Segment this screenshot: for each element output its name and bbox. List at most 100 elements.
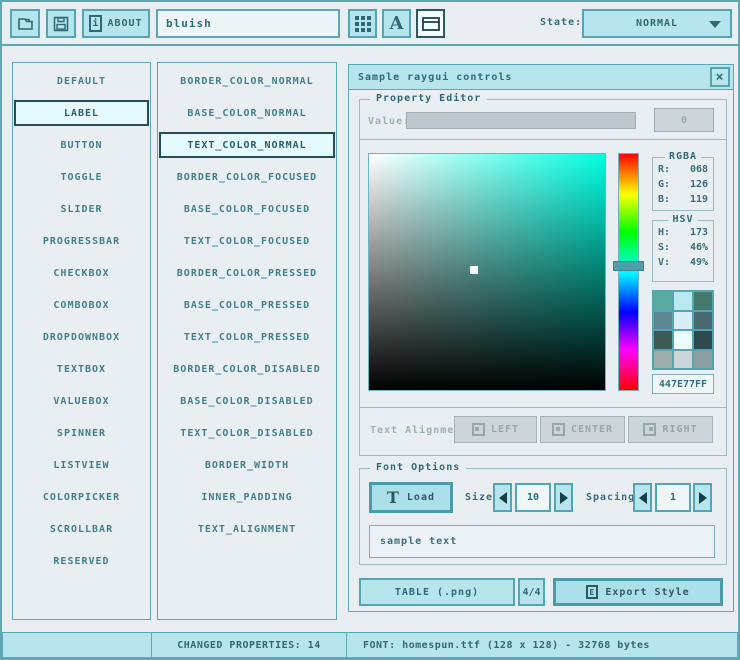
property-item-selected[interactable]: TEXT_COLOR_NORMAL [158,129,336,161]
swatch[interactable] [694,312,712,330]
control-item-selected[interactable]: LABEL [13,97,150,129]
font-view-button[interactable]: A [382,9,411,38]
font-options-group: Font Options T Load Size: 10 Spacing: 1 … [359,468,727,565]
state-dropdown[interactable]: NORMAL [582,9,732,38]
property-item[interactable]: TEXT_COLOR_FOCUSED [158,225,336,257]
swatch[interactable] [674,351,692,369]
font-t-icon: T [387,488,400,507]
hex-color-input[interactable]: 447E77FF [652,374,714,394]
property-item[interactable]: BORDER_COLOR_FOCUSED [158,161,336,193]
export-format-dropdown[interactable]: TABLE (.png) [359,578,515,606]
color-picker-cursor[interactable] [470,266,478,274]
sample-text-value: sample text [380,536,457,547]
about-button-label: ABOUT [107,18,142,29]
color-picker-panel[interactable] [368,153,606,391]
control-item[interactable]: SPINNER [13,417,150,449]
size-value-box[interactable]: 10 [515,483,551,512]
property-item[interactable]: BORDER_WIDTH [158,449,336,481]
swatch[interactable] [654,312,672,330]
rgba-row-g: G:126 [653,177,713,192]
swatch[interactable] [674,292,692,310]
control-item[interactable]: BUTTON [13,129,150,161]
font-info-status: FONT: homespun.ttf (128 x 128) - 32768 b… [346,632,738,658]
hue-slider-handle[interactable] [613,261,644,271]
hsv-title: HSV [668,214,697,225]
control-item[interactable]: LISTVIEW [13,449,150,481]
font-load-button[interactable]: T Load [369,482,453,513]
export-style-button[interactable]: E Export Style [553,578,723,606]
state-label: State: [540,17,582,28]
swatch[interactable] [694,292,712,310]
property-item[interactable]: BASE_COLOR_PRESSED [158,289,336,321]
toolbar: i ABOUT A State: NORMAL [2,2,738,46]
property-item[interactable]: BASE_COLOR_DISABLED [158,385,336,417]
control-item[interactable]: COLORPICKER [13,481,150,513]
align-right-button[interactable]: RIGHT [628,416,713,443]
hsv-row-v: V:49% [653,255,713,270]
sample-window-titlebar[interactable]: Sample raygui controls × [349,65,733,90]
control-item[interactable]: PROGRESSBAR [13,225,150,257]
control-item[interactable]: SCROLLBAR [13,513,150,545]
state-dropdown-value: NORMAL [636,18,678,29]
property-item[interactable]: INNER_PADDING [158,481,336,513]
open-file-button[interactable] [10,9,40,38]
align-left-button[interactable]: LEFT [454,416,537,443]
hue-slider[interactable] [618,153,639,391]
swatch[interactable] [654,351,672,369]
control-item[interactable]: CHECKBOX [13,257,150,289]
property-item[interactable]: TEXT_ALIGNMENT [158,513,336,545]
controls-view-button[interactable] [416,9,445,38]
value-slider[interactable] [406,112,636,129]
property-item[interactable]: BASE_COLOR_NORMAL [158,97,336,129]
control-item[interactable]: RESERVED [13,545,150,577]
control-item[interactable]: DROPDOWNBOX [13,321,150,353]
grid-icon [355,16,371,32]
rguistyler-app: i ABOUT A State: NORMAL DEFAULT LABEL BU… [0,0,740,660]
swatch[interactable] [694,351,712,369]
control-item[interactable]: COMBOBOX [13,289,150,321]
arrow-right-icon [699,492,707,504]
value-label: Value: [368,116,410,127]
size-decrease-button[interactable] [493,483,512,512]
sample-text-input[interactable]: sample text [369,525,715,558]
about-button[interactable]: i ABOUT [82,9,150,38]
arrow-left-icon [499,492,507,504]
properties-list: BORDER_COLOR_NORMAL BASE_COLOR_NORMAL TE… [157,62,337,620]
size-increase-button[interactable] [554,483,573,512]
property-item[interactable]: TEXT_COLOR_DISABLED [158,417,336,449]
swatch[interactable] [654,331,672,349]
control-item[interactable]: SLIDER [13,193,150,225]
spacing-decrease-button[interactable] [633,483,652,512]
style-name-input[interactable] [156,9,340,38]
align-center-button[interactable]: CENTER [540,416,625,443]
control-item[interactable]: DEFAULT [13,65,150,97]
property-item[interactable]: BORDER_COLOR_PRESSED [158,257,336,289]
close-icon: × [716,70,725,85]
property-item[interactable]: BORDER_COLOR_NORMAL [158,65,336,97]
separator-line [360,407,726,408]
value-box[interactable]: 0 [654,108,714,132]
swatch[interactable] [674,331,692,349]
property-item[interactable]: BORDER_COLOR_DISABLED [158,353,336,385]
spacing-increase-button[interactable] [693,483,712,512]
swatch[interactable] [694,331,712,349]
hsv-row-h: H:173 [653,225,713,240]
swatch[interactable] [654,292,672,310]
style-table-view-button[interactable] [348,9,377,38]
sample-window-title: Sample raygui controls [358,72,512,83]
property-item[interactable]: BASE_COLOR_FOCUSED [158,193,336,225]
control-item[interactable]: TEXTBOX [13,353,150,385]
swatch[interactable] [674,312,692,330]
save-file-button[interactable] [46,9,76,38]
align-left-icon [472,423,485,436]
close-window-button[interactable]: × [710,67,730,87]
spacing-value-box[interactable]: 1 [655,483,691,512]
property-item[interactable]: TEXT_COLOR_PRESSED [158,321,336,353]
style-color-swatches [652,290,714,370]
changed-properties-status: CHANGED PROPERTIES: 14 [151,632,347,658]
export-pages-box[interactable]: 4/4 [518,578,545,606]
control-item[interactable]: VALUEBOX [13,385,150,417]
arrow-right-icon [560,492,568,504]
rgba-row-r: R:068 [653,162,713,177]
control-item[interactable]: TOGGLE [13,161,150,193]
